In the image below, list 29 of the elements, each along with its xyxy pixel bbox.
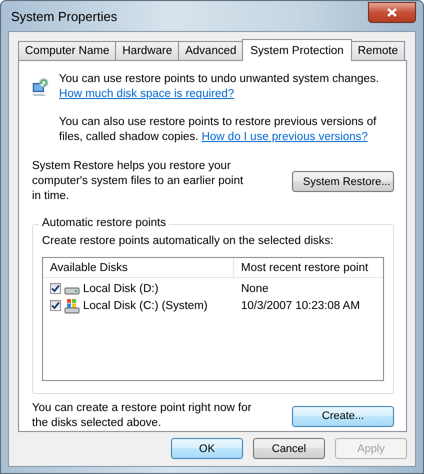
checkbox[interactable] xyxy=(50,283,61,294)
shadow-copies-text: You can also use restore points to restore previous versions of files, called shadow copies. How do I use previous versions? xyxy=(59,115,378,145)
create-text: You can create a restore point right now for the disks selected above. xyxy=(32,401,252,431)
column-header[interactable]: Most recent restore point xyxy=(234,262,368,274)
disk-name: Local Disk (C:) (System) xyxy=(83,300,208,312)
close-button[interactable] xyxy=(368,2,416,22)
window-title: System Properties xyxy=(10,8,118,24)
disk-name: Local Disk (D:) xyxy=(83,282,158,294)
column-header[interactable]: Available Disks xyxy=(43,258,234,277)
tab[interactable]: System Protection xyxy=(242,39,352,61)
tab[interactable]: Computer Name xyxy=(18,41,116,60)
restore-point-date: 10/3/2007 10:23:08 AM xyxy=(241,300,360,312)
dialog-button[interactable]: OK xyxy=(171,438,243,459)
group-description: Create restore points automatically on the selected disks: xyxy=(42,235,334,247)
tab[interactable]: Hardware xyxy=(115,41,180,60)
system-restore-button[interactable]: System Restore... xyxy=(292,171,394,192)
tab[interactable]: Remote xyxy=(350,41,405,60)
close-icon xyxy=(387,8,397,16)
intro-text: You can use restore points to undo unwanted system changes. How much disk space is required? xyxy=(59,72,380,102)
dialog-button[interactable]: Cancel xyxy=(253,438,325,459)
group-title: Automatic restore points xyxy=(39,217,170,229)
tab[interactable]: Advanced xyxy=(178,41,244,60)
restore-point-date: None xyxy=(241,282,268,294)
help-link[interactable]: How do I use previous versions? xyxy=(202,131,368,143)
help-link[interactable]: How much disk space is required? xyxy=(59,88,234,100)
checkbox[interactable] xyxy=(50,300,61,311)
system-restore-text: System Restore helps you restore your computer's system files to an earlier point in time. xyxy=(32,159,244,204)
create-button[interactable]: Create... xyxy=(292,406,394,426)
system-drive-icon xyxy=(64,298,80,314)
